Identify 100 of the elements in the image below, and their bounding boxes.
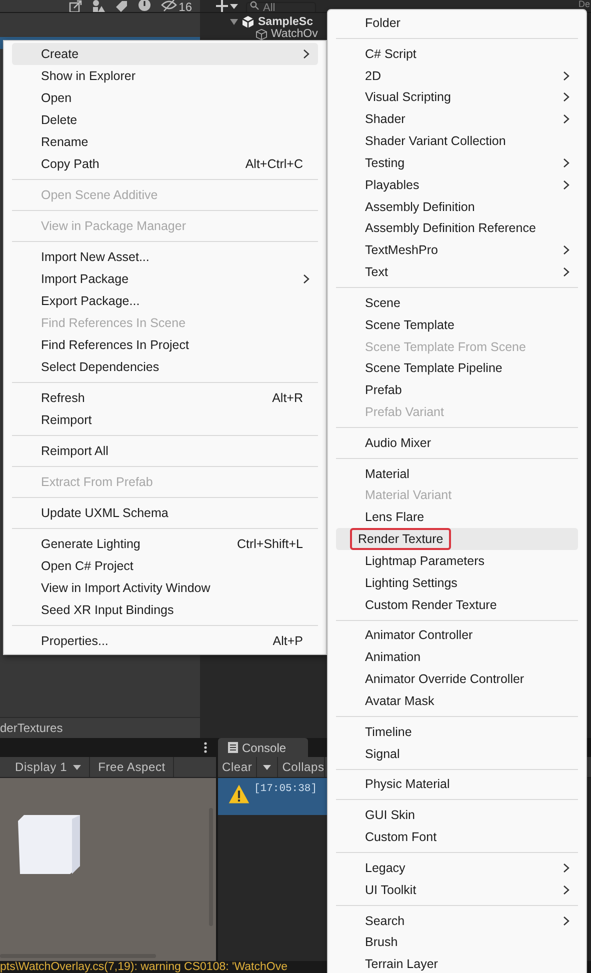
menu-item[interactable]: UI Toolkit	[336, 878, 578, 901]
menu-item[interactable]: Physic Material	[336, 774, 578, 796]
hierarchy-item[interactable]: WatchOv	[271, 28, 318, 40]
menu-item[interactable]: Select Dependencies	[12, 356, 318, 378]
chevron-icon	[563, 180, 570, 190]
menu-item[interactable]: Delete	[12, 109, 318, 131]
menu-item[interactable]: Reimport	[12, 409, 318, 431]
chevron-icon	[563, 862, 570, 873]
chevron-icon	[563, 92, 570, 102]
menu-item[interactable]: Properties... Alt+P	[12, 630, 318, 652]
chevron-icon	[303, 49, 310, 59]
cube-icon	[256, 28, 267, 40]
expand-triangle-icon[interactable]	[230, 19, 238, 25]
chevron-icon	[563, 267, 570, 278]
frame-icon[interactable]	[68, 0, 82, 12]
shortcut: Alt+P	[272, 634, 303, 648]
chevron-icon	[563, 70, 570, 81]
collapse-button[interactable]: Collaps	[277, 757, 326, 777]
shortcut: Alt+Ctrl+C	[245, 157, 303, 171]
menu-item[interactable]: Open	[12, 87, 318, 109]
asset-path: derTextures	[0, 721, 63, 735]
cube-drawing	[18, 815, 80, 874]
highlight-outline: Render Texture	[350, 528, 452, 550]
menu-item[interactable]: Render Texture	[336, 528, 578, 550]
menu-item[interactable]: Assembly Definition	[336, 196, 578, 218]
menu-item[interactable]: Animator Override Controller	[336, 668, 578, 690]
search-field[interactable]: All	[246, 2, 316, 12]
menu-item[interactable]: Text	[336, 261, 578, 283]
chevron-icon	[563, 114, 570, 124]
menu-item[interactable]: Search	[336, 910, 578, 932]
list-icon	[228, 742, 238, 753]
panel-title: De	[578, 0, 591, 9]
clear-button[interactable]: Clear	[218, 757, 258, 777]
chevron-icon	[563, 884, 570, 895]
menu-item[interactable]: Open C# Project	[12, 555, 318, 577]
warning-icon	[228, 782, 250, 806]
menu-item[interactable]: Refresh Alt+R	[12, 387, 318, 409]
hidden-count[interactable]: 16	[160, 0, 192, 12]
menu-item[interactable]: Assembly Definition Reference	[336, 217, 578, 240]
menu-item[interactable]: Animation	[336, 646, 578, 668]
menu-item[interactable]: Folder	[336, 12, 578, 34]
shortcut: Ctrl+Shift+L	[236, 537, 303, 551]
menu-item[interactable]: Custom Font	[336, 826, 578, 848]
menu-item[interactable]: Playables	[336, 174, 578, 196]
scene-icon	[242, 16, 254, 28]
menu-item[interactable]: TextMeshPro	[336, 239, 578, 262]
menu-item[interactable]: Show in Explorer	[12, 65, 318, 87]
menu-item[interactable]: Import Package	[12, 268, 318, 290]
menu-item[interactable]: Signal	[336, 742, 578, 764]
more-icon[interactable]	[204, 742, 207, 753]
menu-item[interactable]: Shader	[336, 108, 578, 130]
aspect-dropdown[interactable]: Free Aspect	[90, 757, 174, 777]
caret-icon	[230, 4, 238, 8]
menu-item[interactable]: C# Script	[336, 42, 578, 65]
menu-item[interactable]: View in Import Activity Window	[12, 577, 318, 599]
warning-icon[interactable]	[138, 0, 151, 12]
plus-icon	[216, 0, 228, 12]
menu-item[interactable]: Lens Flare	[336, 506, 578, 528]
menu-item[interactable]: Update UXML Schema	[12, 502, 318, 524]
display-dropdown[interactable]: Display 1	[0, 757, 90, 777]
menu-item[interactable]: Custom Render Texture	[336, 594, 578, 616]
menu-item[interactable]: Visual Scripting	[336, 86, 578, 108]
menu-item[interactable]: Legacy	[336, 856, 578, 879]
menu-item[interactable]: Material	[336, 462, 578, 485]
menu-item[interactable]: Avatar Mask	[336, 690, 578, 712]
chevron-icon	[303, 274, 310, 284]
chevron-icon	[563, 916, 570, 926]
menu-item[interactable]: Shader Variant Collection	[336, 130, 578, 152]
menu-item[interactable]: 2D	[336, 64, 578, 86]
menu-item[interactable]: Scene	[336, 292, 578, 314]
menu-item[interactable]: Timeline	[336, 720, 578, 743]
menu-item[interactable]: Lightmap Parameters	[336, 550, 578, 572]
menu-item[interactable]: Audio Mixer	[336, 432, 578, 454]
menu-item[interactable]: GUI Skin	[336, 804, 578, 826]
menu-item[interactable]: Generate Lighting Ctrl+Shift+L	[12, 533, 318, 555]
shapes-icon[interactable]	[92, 0, 105, 12]
menu-item[interactable]: Export Package...	[12, 290, 318, 312]
caret-icon	[73, 764, 82, 770]
menu-item[interactable]: Rename	[12, 131, 318, 153]
shortcut: Alt+R	[272, 391, 303, 405]
menu-item[interactable]: Lighting Settings	[336, 572, 578, 594]
menu-item[interactable]: Testing	[336, 152, 578, 174]
scene-name[interactable]: SampleSc	[258, 16, 313, 28]
menu-item[interactable]: Copy Path Alt+Ctrl+C	[12, 153, 318, 175]
menu-item[interactable]: Animator Controller	[336, 624, 578, 646]
add-button[interactable]	[216, 0, 238, 12]
menu-item[interactable]: Brush	[336, 931, 578, 954]
chevron-icon	[563, 245, 570, 256]
console-tab[interactable]: Console	[218, 738, 308, 757]
menu-item[interactable]: Prefab	[336, 379, 578, 402]
eye-slash-icon	[160, 0, 177, 12]
menu-item[interactable]: Create	[12, 43, 318, 65]
menu-item[interactable]: Import New Asset...	[12, 246, 318, 268]
log-entry[interactable]: [17:05:38]	[218, 778, 327, 815]
menu-item[interactable]: Seed XR Input Bindings	[12, 599, 318, 621]
menu-item[interactable]: Reimport All	[12, 440, 318, 462]
caret-icon[interactable]	[263, 764, 272, 770]
menu-item[interactable]: Find References In Project	[12, 334, 318, 356]
menu-item[interactable]: Scene Template	[336, 314, 578, 336]
menu-item[interactable]: Scene Template Pipeline	[336, 357, 578, 380]
